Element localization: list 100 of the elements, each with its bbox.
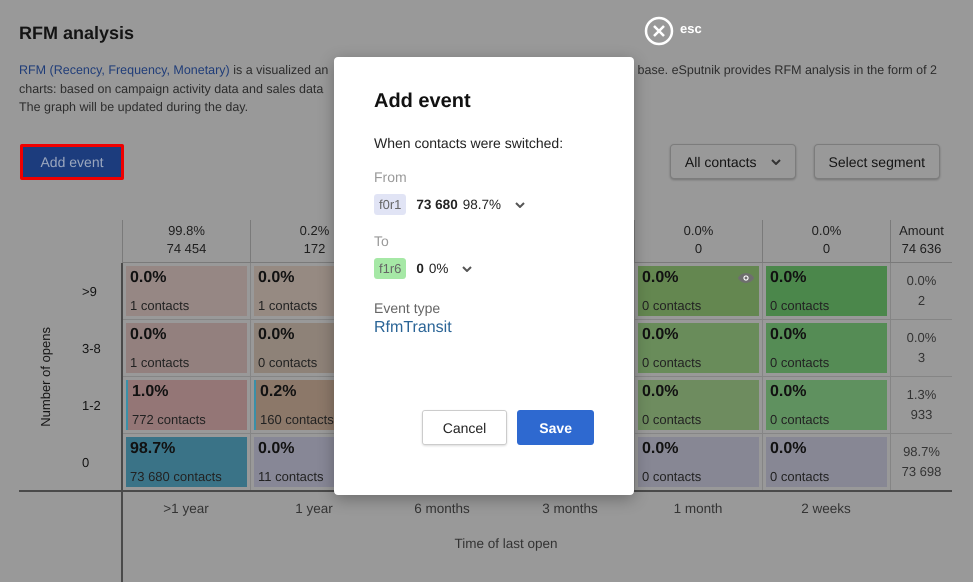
column-percent: 0.0% [810, 222, 842, 240]
cell-contacts: 772 contacts [132, 412, 207, 426]
eye-icon[interactable] [737, 272, 755, 284]
row-label: 0 [82, 454, 90, 470]
cell-percent: 0.0% [642, 382, 678, 400]
row-percent: 1.3% [906, 386, 938, 404]
column-count: 74 454 [166, 240, 208, 258]
cell-percent: 0.0% [770, 326, 806, 344]
cell-percent: 0.0% [258, 268, 294, 286]
segment-tag: f1r6 [374, 258, 406, 279]
dialog-title: Add event [374, 90, 472, 113]
amount-label: Amount [898, 222, 945, 240]
column-label: 1 year [295, 500, 333, 516]
column-percent: 99.8% [167, 222, 206, 240]
cell-contacts: 0 contacts [642, 354, 702, 370]
row-label: 3-8 [82, 340, 101, 356]
row-total: 2 [916, 292, 926, 310]
x-axis-label: Time of last open [454, 536, 558, 550]
cell-contacts: 0 contacts [642, 298, 702, 312]
chevron-down-icon [462, 266, 472, 272]
select-segment-button[interactable]: Select segment [814, 144, 940, 179]
matrix-cell[interactable]: 0.0% 0 contacts [766, 380, 887, 430]
column-count: 0 [822, 240, 832, 258]
column-count: 0 [694, 240, 704, 258]
description-text: The graph will be updated during the day. [19, 99, 248, 116]
dialog-prompt: When contacts were switched: [374, 135, 564, 151]
column-label: 1 month [674, 500, 722, 516]
field-label: To [374, 233, 390, 249]
y-axis-label: Number of opens [38, 326, 52, 426]
cell-contacts: 1 contacts [130, 298, 190, 312]
add-event-button[interactable]: Add event [20, 144, 124, 180]
row-label: >9 [82, 284, 97, 298]
matrix-cell[interactable]: 0.0% 0 contacts [638, 322, 759, 372]
event-type-value: RfmTransit [374, 319, 453, 337]
matrix-cell[interactable]: 0.0% 0 contacts [638, 380, 759, 430]
description-text: charts: based on campaign activity data and sales data [19, 80, 324, 98]
row-total: 933 [910, 406, 934, 424]
chevron-down-icon [770, 158, 780, 164]
cell-percent: 98.7% [130, 440, 176, 458]
matrix-cell[interactable]: 0.0% 0 contacts [766, 436, 887, 486]
cell-percent: 0.0% [642, 440, 678, 458]
cell-percent: 0.0% [770, 382, 806, 400]
cell-percent: 1.0% [132, 382, 168, 400]
segment-select[interactable]: 0 0% [416, 261, 472, 276]
cell-percent: 0.0% [130, 326, 166, 344]
cell-percent: 0.0% [770, 440, 806, 458]
column-label: 2 weeks [801, 500, 851, 516]
field-label: Event type [374, 300, 442, 316]
column-percent: 0.2% [298, 222, 330, 240]
cell-contacts: 160 contacts [260, 412, 335, 426]
cell-contacts: 11 contacts [258, 468, 325, 484]
cell-contacts: 0 contacts [642, 412, 702, 426]
row-total: 73 698 [900, 462, 942, 480]
close-button[interactable]: esc [644, 16, 702, 46]
matrix-cell[interactable]: 0.0% 1 contacts [126, 266, 247, 316]
chevron-down-icon [514, 202, 525, 208]
field-label: From [374, 169, 408, 185]
row-percent: 98.7% [902, 442, 941, 460]
cell-contacts: 0 contacts [770, 354, 830, 370]
cell-percent: 0.0% [258, 440, 294, 458]
column-label: 6 months [414, 500, 470, 516]
segment-tag: f0r1 [374, 194, 406, 215]
cell-contacts: 0 contacts [258, 354, 318, 370]
row-percent: 0.0% [906, 328, 938, 346]
matrix-cell[interactable]: 98.7% 73 680 contacts [126, 436, 247, 486]
cell-percent: 0.0% [130, 268, 166, 286]
cell-percent: 0.0% [770, 268, 806, 286]
row-percent: 0.0% [906, 272, 938, 290]
cell-contacts: 0 contacts [770, 468, 830, 484]
cell-contacts: 1 contacts [258, 298, 318, 312]
cell-contacts: 73 680 contacts [130, 468, 223, 484]
contacts-dropdown[interactable]: All contacts [670, 144, 796, 179]
matrix-cell[interactable]: 0.0% 0 contacts [766, 266, 887, 316]
matrix-cell[interactable]: 0.0% 0 contacts [766, 322, 887, 372]
column-percent: 0.0% [682, 222, 714, 240]
cancel-button[interactable]: Cancel [422, 410, 508, 445]
cell-contacts: 1 contacts [130, 354, 190, 370]
cell-percent: 0.0% [642, 268, 678, 286]
matrix-cell[interactable]: 0.0% 0 contacts [638, 266, 759, 316]
cell-percent: 0.0% [258, 326, 294, 344]
matrix-cell[interactable]: 1.0% 772 contacts [126, 380, 247, 430]
save-button[interactable]: Save [517, 410, 594, 445]
cell-percent: 0.0% [642, 326, 678, 344]
description-text: base. eSputnik provides RFM analysis in the form of 2 [638, 62, 937, 79]
matrix-cell[interactable]: 0.0% 1 contacts [126, 322, 247, 372]
row-total: 3 [916, 348, 926, 366]
column-label: >1 year [163, 500, 209, 516]
rfm-link[interactable]: RFM (Recency, Frequency, Monetary) [19, 63, 230, 77]
description-text: RFM (Recency, Frequency, Monetary) is a visualized an [19, 62, 328, 79]
page-title: RFM analysis [19, 22, 134, 45]
close-icon [644, 16, 674, 46]
cell-contacts: 0 contacts [770, 298, 830, 312]
segment-select[interactable]: 73 680 98.7% [416, 197, 525, 212]
cell-contacts: 0 contacts [642, 468, 702, 484]
matrix-cell[interactable]: 0.0% 0 contacts [638, 436, 759, 486]
cell-contacts: 0 contacts [770, 412, 830, 426]
column-count: 172 [302, 240, 326, 258]
cell-percent: 0.2% [260, 382, 296, 400]
row-label: 1-2 [82, 398, 101, 412]
amount-total: 74 636 [900, 240, 942, 258]
